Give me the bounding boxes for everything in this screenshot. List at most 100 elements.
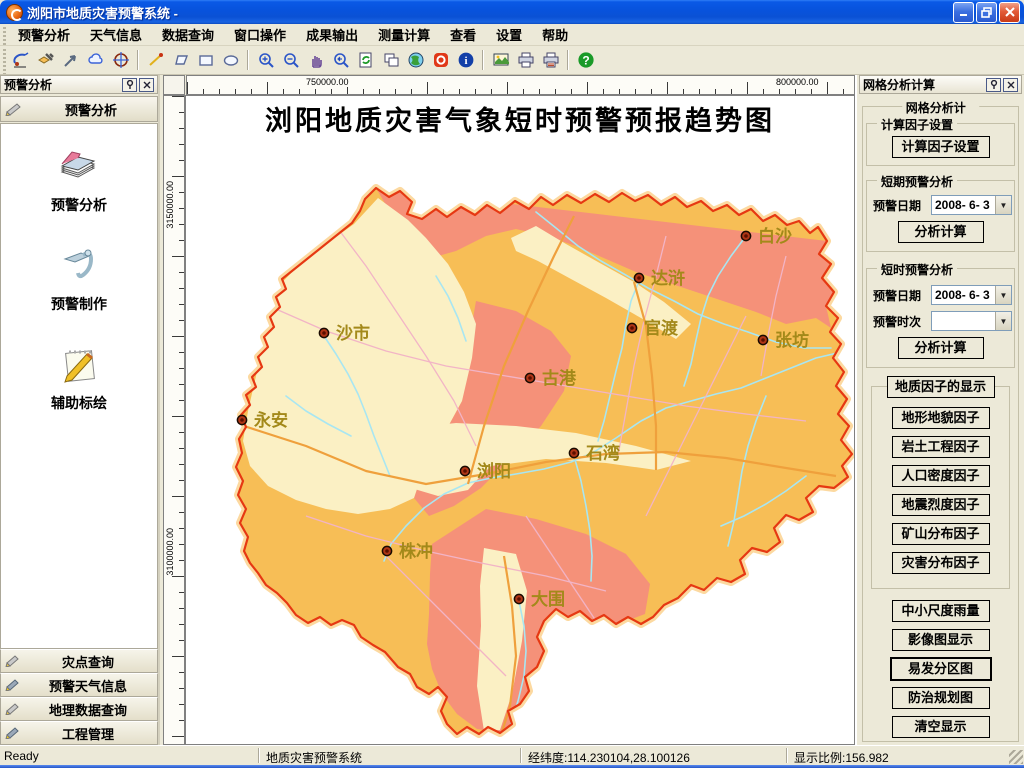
svg-text:?: ?	[582, 54, 589, 68]
menu-bar: 预警分析 天气信息 数据查询 窗口操作 成果输出 测量计算 查看 设置 帮助	[0, 24, 1024, 46]
nowcast-group: 短时预警分析 预警日期 2008- 6- 3 ▼ 预警时次 ▼ 分析计算	[866, 268, 1015, 368]
map-canvas[interactable]: 白沙 达浒 官渡 张坊 沙市 古港 永安 石湾 浏阳 株冲 大围 浏阳地质灾害气…	[185, 95, 855, 745]
resize-grip[interactable]	[1009, 750, 1023, 764]
nowcast-analyze-button[interactable]: 分析计算	[898, 337, 984, 359]
pan-hand-icon[interactable]	[303, 48, 328, 72]
ruler-y-label: 3100000.00	[165, 528, 175, 576]
overlay-map-icon[interactable]	[33, 48, 58, 72]
terrain-factor-button[interactable]: 地形地貌因子	[892, 407, 990, 429]
draw-ellipse-icon[interactable]	[218, 48, 243, 72]
menu-settings[interactable]: 设置	[486, 22, 532, 47]
stop-icon[interactable]	[428, 48, 453, 72]
mine-factor-button[interactable]: 矿山分布因子	[892, 523, 990, 545]
copy-layers-icon[interactable]	[378, 48, 403, 72]
nowcast-date-combo[interactable]: 2008- 6- 3 ▼	[931, 285, 1012, 305]
bar-project-management[interactable]: 工程管理	[0, 721, 158, 745]
target-icon[interactable]	[108, 48, 133, 72]
menu-weather-info[interactable]: 天气信息	[80, 22, 152, 47]
toolbar-separator	[567, 50, 569, 70]
nav-item-warning-analysis[interactable]: 预警分析	[51, 146, 107, 215]
left-panel-titlebar: 预警分析	[0, 75, 158, 94]
globe-icon[interactable]	[403, 48, 428, 72]
chevron-down-icon[interactable]: ▼	[995, 312, 1011, 330]
city-label: 沙市	[336, 323, 370, 344]
brush-icon	[5, 701, 23, 718]
clear-display-button[interactable]: 清空显示	[892, 716, 990, 738]
rainfall-button[interactable]: 中小尺度雨量	[892, 600, 990, 622]
chevron-down-icon[interactable]: ▼	[995, 196, 1011, 214]
seismic-factor-button[interactable]: 地震烈度因子	[892, 494, 990, 516]
warning-date-combo[interactable]: 2008- 6- 3 ▼	[931, 195, 1012, 215]
pick-arrow-icon[interactable]	[58, 48, 83, 72]
chevron-down-icon[interactable]: ▼	[995, 286, 1011, 304]
printer-setup-icon[interactable]	[538, 48, 563, 72]
factor-setting-button[interactable]: 计算因子设置	[892, 136, 990, 158]
menu-warning-analysis[interactable]: 预警分析	[8, 22, 80, 47]
imagery-button[interactable]: 影像图显示	[892, 629, 990, 651]
draw-polygon-icon[interactable]	[168, 48, 193, 72]
pin-icon[interactable]	[986, 78, 1001, 92]
zoom-extent-icon[interactable]	[328, 48, 353, 72]
zoom-in-icon[interactable]	[253, 48, 278, 72]
nav-item-aux-plotting[interactable]: 辅助标绘	[51, 344, 107, 413]
info-icon[interactable]: i	[453, 48, 478, 72]
warning-map[interactable]: 白沙 达浒 官渡 张坊 沙市 古港 永安 石湾 浏阳 株冲 大围 浏阳地质灾害气…	[186, 96, 855, 745]
weather-tool-icon	[5, 677, 23, 694]
notepad-icon	[57, 344, 101, 387]
susceptibility-zoning-button[interactable]: 易发分区图	[890, 657, 992, 681]
pin-icon[interactable]	[122, 78, 137, 92]
image-map-icon[interactable]	[488, 48, 513, 72]
geotech-factor-button[interactable]: 岩土工程因子	[892, 436, 990, 458]
radar-icon[interactable]	[8, 48, 33, 72]
close-panel-icon[interactable]	[139, 78, 154, 92]
menu-view[interactable]: 查看	[440, 22, 486, 47]
prevention-plan-button[interactable]: 防治规划图	[892, 687, 990, 709]
close-panel-icon[interactable]	[1003, 78, 1018, 92]
nav-item-warning-making[interactable]: 预警制作	[51, 245, 107, 314]
nowcast-time-combo[interactable]: ▼	[931, 311, 1012, 331]
refresh-page-icon[interactable]	[353, 48, 378, 72]
book-icon	[56, 146, 102, 189]
menu-measure[interactable]: 测量计算	[368, 22, 440, 47]
left-panel-header[interactable]: 预警分析	[0, 96, 158, 122]
bar-label: 灾点查询	[23, 652, 153, 671]
city-label: 达浒	[651, 268, 685, 289]
warning-date-value: 2008- 6- 3	[932, 198, 995, 212]
draw-line-icon[interactable]	[143, 48, 168, 72]
city-label: 浏阳	[477, 461, 511, 482]
horizontal-ruler: 750000.00 800000.00	[186, 75, 855, 95]
cloud-icon[interactable]	[83, 48, 108, 72]
menu-data-query[interactable]: 数据查询	[152, 22, 224, 47]
disaster-factor-button[interactable]: 灾害分布因子	[892, 552, 990, 574]
menu-output[interactable]: 成果输出	[296, 22, 368, 47]
factor-setting-legend: 计算因子设置	[877, 116, 957, 133]
ruler-corner	[163, 75, 185, 95]
city-label: 大围	[531, 589, 565, 610]
close-button[interactable]	[999, 2, 1020, 23]
zoom-out-icon[interactable]	[278, 48, 303, 72]
status-separator	[786, 748, 788, 763]
toolbar-grip	[0, 46, 8, 74]
menu-help[interactable]: 帮助	[532, 22, 578, 47]
status-scale: 显示比例:156.982	[794, 749, 889, 766]
short-term-analyze-button[interactable]: 分析计算	[898, 221, 984, 243]
nav-item-label: 辅助标绘	[51, 393, 107, 413]
nav-item-label: 预警制作	[51, 294, 107, 314]
status-app-name: 地质灾害预警系统	[266, 749, 362, 766]
vertical-ruler: 3150000.00 3100000.00	[163, 95, 185, 745]
menu-window-ops[interactable]: 窗口操作	[224, 22, 296, 47]
help-icon[interactable]: ?	[573, 48, 598, 72]
nowcast-date-value: 2008- 6- 3	[932, 288, 995, 302]
restore-button[interactable]	[976, 2, 997, 23]
right-panel-title: 网格分析计算	[863, 76, 984, 93]
geo-factors-header-button[interactable]: 地质因子的显示	[887, 376, 995, 398]
ruler-y-label: 3150000.00	[165, 181, 175, 229]
bar-geo-data-query[interactable]: 地理数据查询	[0, 697, 158, 721]
status-ready: Ready	[4, 749, 39, 763]
draw-rect-icon[interactable]	[193, 48, 218, 72]
printer-icon[interactable]	[513, 48, 538, 72]
bar-warning-weather-info[interactable]: 预警天气信息	[0, 673, 158, 697]
minimize-button[interactable]	[953, 2, 974, 23]
population-factor-button[interactable]: 人口密度因子	[892, 465, 990, 487]
bar-disaster-point-query[interactable]: 灾点查询	[0, 649, 158, 673]
